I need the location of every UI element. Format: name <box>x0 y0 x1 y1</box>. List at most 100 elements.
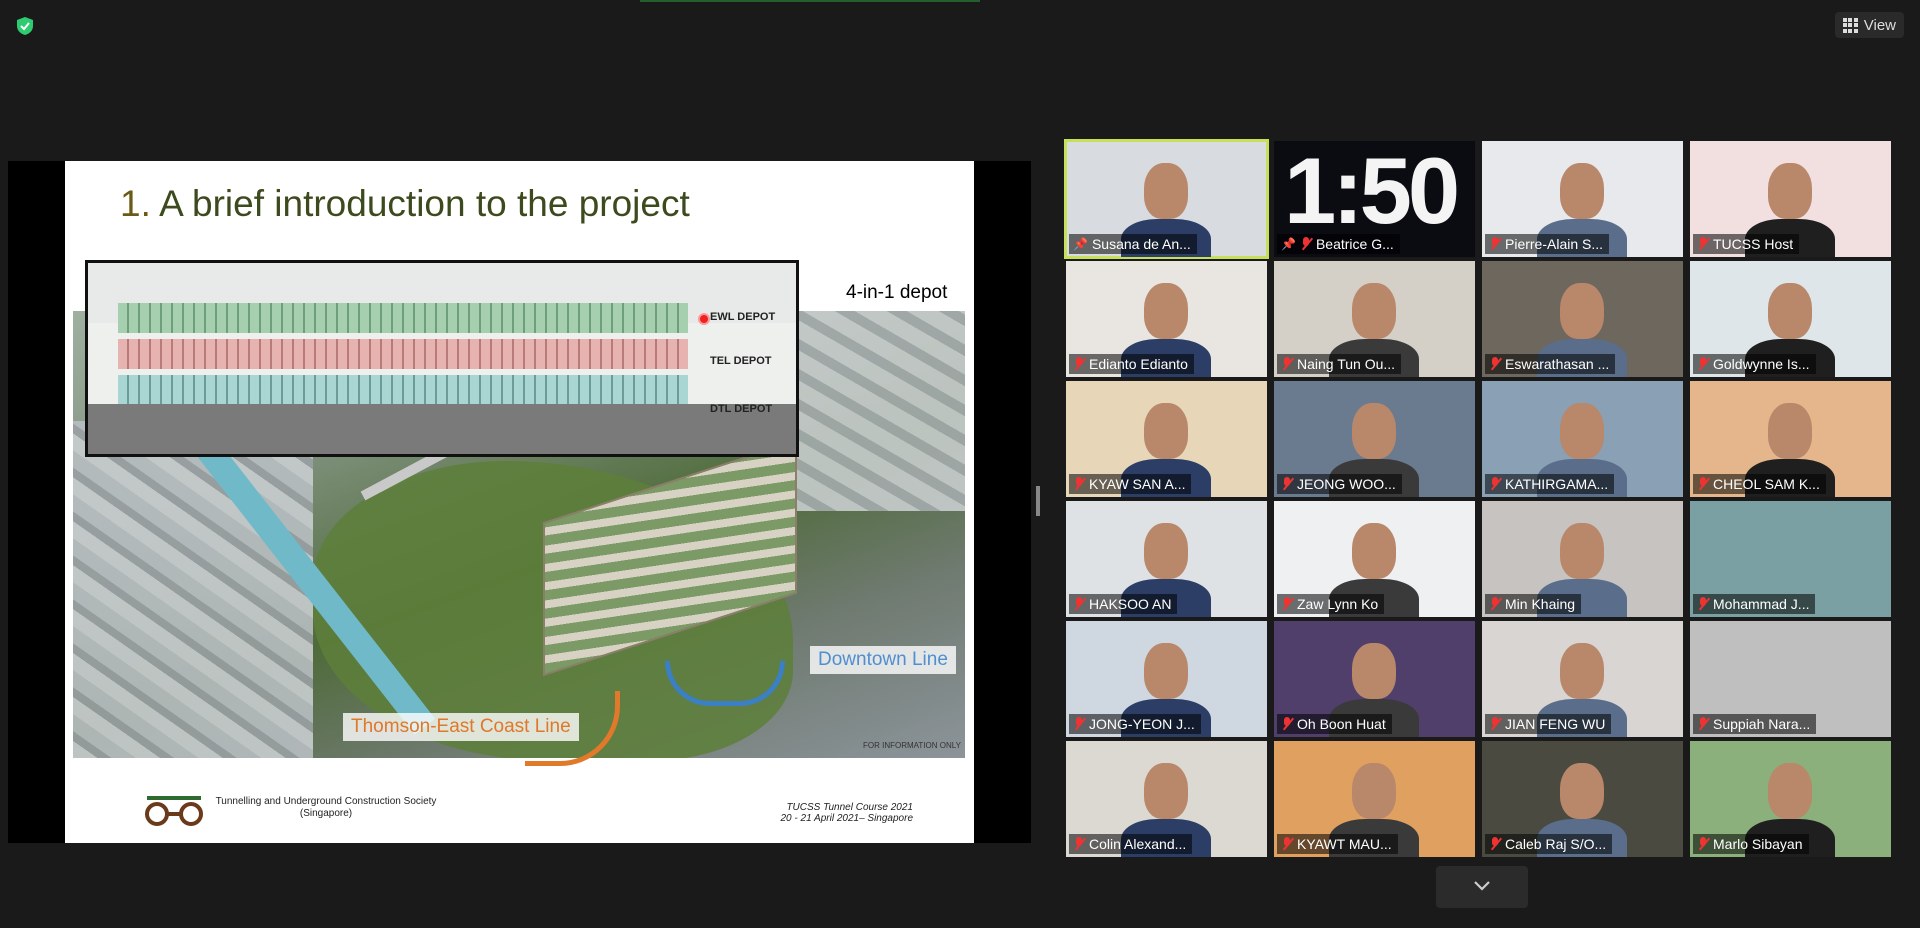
participant-name-tag: KATHIRGAMA... <box>1485 474 1615 494</box>
fyi-note: FOR INFORMATION ONLY <box>863 741 961 750</box>
participant-tile[interactable]: Oh Boon Huat <box>1274 621 1475 737</box>
participant-tile[interactable]: Edianto Edianto <box>1066 261 1267 377</box>
depot-caption: 4-in-1 depot <box>846 282 948 303</box>
org-country-line: (Singapore) <box>299 808 353 819</box>
participant-tile[interactable]: 1:50 📌 Beatrice G... <box>1274 141 1475 257</box>
participant-name: Oh Boon Huat <box>1297 716 1386 732</box>
muted-mic-icon <box>1073 717 1085 731</box>
clock-display: 1:50 <box>1284 141 1460 243</box>
view-button[interactable]: View <box>1834 12 1904 38</box>
participant-name: Zaw Lynn Ko <box>1297 596 1379 612</box>
participant-face <box>1560 163 1604 219</box>
resize-handle[interactable] <box>1036 486 1040 516</box>
muted-mic-icon <box>1281 357 1293 371</box>
participant-name: Suppiah Nara... <box>1713 716 1811 732</box>
participant-tile[interactable]: HAKSOO AN <box>1066 501 1267 617</box>
participant-name: Pierre-Alain S... <box>1505 236 1604 252</box>
muted-mic-icon <box>1489 357 1501 371</box>
participant-tile[interactable]: KYAWT MAU... <box>1274 741 1475 857</box>
participant-name-tag: Zaw Lynn Ko <box>1277 594 1385 614</box>
muted-mic-icon <box>1697 477 1709 491</box>
marker-icon <box>698 313 710 325</box>
participant-tile[interactable]: Min Khaing <box>1482 501 1683 617</box>
participant-face <box>1560 283 1604 339</box>
participant-name: Marlo Sibayan <box>1713 836 1803 852</box>
tel-depot-label: TEL DEPOT <box>710 355 772 367</box>
muted-mic-icon <box>1281 717 1293 731</box>
muted-mic-icon <box>1697 597 1709 611</box>
participant-name: JONG-YEON J... <box>1089 716 1195 732</box>
participant-face <box>1560 763 1604 819</box>
participant-tile[interactable]: JEONG WOO... <box>1274 381 1475 497</box>
participant-name-tag: Naing Tun Ou... <box>1277 354 1402 374</box>
participant-tile[interactable]: Naing Tun Ou... <box>1274 261 1475 377</box>
org-name: Tunnelling and Underground Construction … <box>211 796 441 820</box>
participant-name-tag: Min Khaing <box>1485 594 1582 614</box>
participant-tile[interactable]: Mohammad J... <box>1690 501 1891 617</box>
participant-face <box>1144 523 1188 579</box>
participant-name: Caleb Raj S/O... <box>1505 836 1607 852</box>
muted-mic-icon <box>1281 597 1293 611</box>
participant-name-tag: 📌 Susana de An... <box>1069 234 1197 254</box>
participant-tile[interactable]: Caleb Raj S/O... <box>1482 741 1683 857</box>
participant-tile[interactable]: 📌 Susana de An... <box>1064 139 1269 259</box>
participant-name: Eswarathasan ... <box>1505 356 1610 372</box>
participant-name-tag: Caleb Raj S/O... <box>1485 834 1613 854</box>
muted-mic-icon <box>1697 837 1709 851</box>
view-label: View <box>1863 16 1896 34</box>
participant-face <box>1144 643 1188 699</box>
course-info: TUCSS Tunnel Course 2021 20 - 21 April 2… <box>781 802 914 824</box>
participant-tile[interactable]: Goldwynne Is... <box>1690 261 1891 377</box>
participant-face <box>1560 523 1604 579</box>
participant-name-tag: Oh Boon Huat <box>1277 714 1392 734</box>
participant-tile[interactable]: CHEOL SAM K... <box>1690 381 1891 497</box>
participant-name: TUCSS Host <box>1713 236 1794 252</box>
org-name-line: Tunnelling and Underground Construction … <box>215 796 437 807</box>
participant-tile[interactable]: Suppiah Nara... <box>1690 621 1891 737</box>
participant-tile[interactable]: Colin Alexand... <box>1066 741 1267 857</box>
course-date: 20 - 21 April 2021– Singapore <box>780 813 914 824</box>
participant-name-tag: TUCSS Host <box>1693 234 1800 254</box>
participant-name: Edianto Edianto <box>1089 356 1188 372</box>
participant-name: Naing Tun Ou... <box>1297 356 1396 372</box>
participant-name: KYAWT MAU... <box>1297 836 1392 852</box>
loading-indicator <box>640 0 980 2</box>
collapse-gallery-button[interactable] <box>1436 866 1528 908</box>
participant-face <box>1352 403 1396 459</box>
participant-name-tag: CHEOL SAM K... <box>1693 474 1826 494</box>
slide-title-text: A brief introduction to the project <box>159 183 690 224</box>
participant-tile[interactable]: TUCSS Host <box>1690 141 1891 257</box>
muted-mic-icon <box>1300 237 1312 251</box>
participant-tile[interactable]: Pierre-Alain S... <box>1482 141 1683 257</box>
participant-name: CHEOL SAM K... <box>1713 476 1820 492</box>
participant-name: JEONG WOO... <box>1297 476 1396 492</box>
depot-section-diagram: EWL DEPOT TEL DEPOT DTL DEPOT <box>85 260 799 457</box>
participant-name: HAKSOO AN <box>1089 596 1172 612</box>
participant-tile[interactable]: JONG-YEON J... <box>1066 621 1267 737</box>
participant-tile[interactable]: Marlo Sibayan <box>1690 741 1891 857</box>
participant-face <box>1768 403 1812 459</box>
muted-mic-icon <box>1281 837 1293 851</box>
participant-tile[interactable]: KATHIRGAMA... <box>1482 381 1683 497</box>
participant-name-tag: Suppiah Nara... <box>1693 714 1817 734</box>
participant-name-tag: KYAW SAN A... <box>1069 474 1192 494</box>
participant-name-tag: Goldwynne Is... <box>1693 354 1816 374</box>
participant-name: KYAW SAN A... <box>1089 476 1186 492</box>
participant-name-tag: Edianto Edianto <box>1069 354 1194 374</box>
participant-name: Min Khaing <box>1505 596 1576 612</box>
shield-icon[interactable] <box>14 15 36 37</box>
participant-face <box>1560 403 1604 459</box>
participant-tile[interactable]: JIAN FENG WU <box>1482 621 1683 737</box>
muted-mic-icon <box>1489 837 1501 851</box>
pin-icon: 📌 <box>1281 237 1296 251</box>
participant-tile[interactable]: Zaw Lynn Ko <box>1274 501 1475 617</box>
participant-name-tag: Mohammad J... <box>1693 594 1816 614</box>
participant-tile[interactable]: Eswarathasan ... <box>1482 261 1683 377</box>
shared-screen: 1. A brief introduction to the project E… <box>8 161 1031 843</box>
participant-face <box>1144 283 1188 339</box>
participant-tile[interactable]: KYAW SAN A... <box>1066 381 1267 497</box>
muted-mic-icon <box>1697 717 1709 731</box>
downtown-line-label: Downtown Line <box>810 646 956 674</box>
participant-face <box>1352 523 1396 579</box>
participant-name-tag: JEONG WOO... <box>1277 474 1402 494</box>
